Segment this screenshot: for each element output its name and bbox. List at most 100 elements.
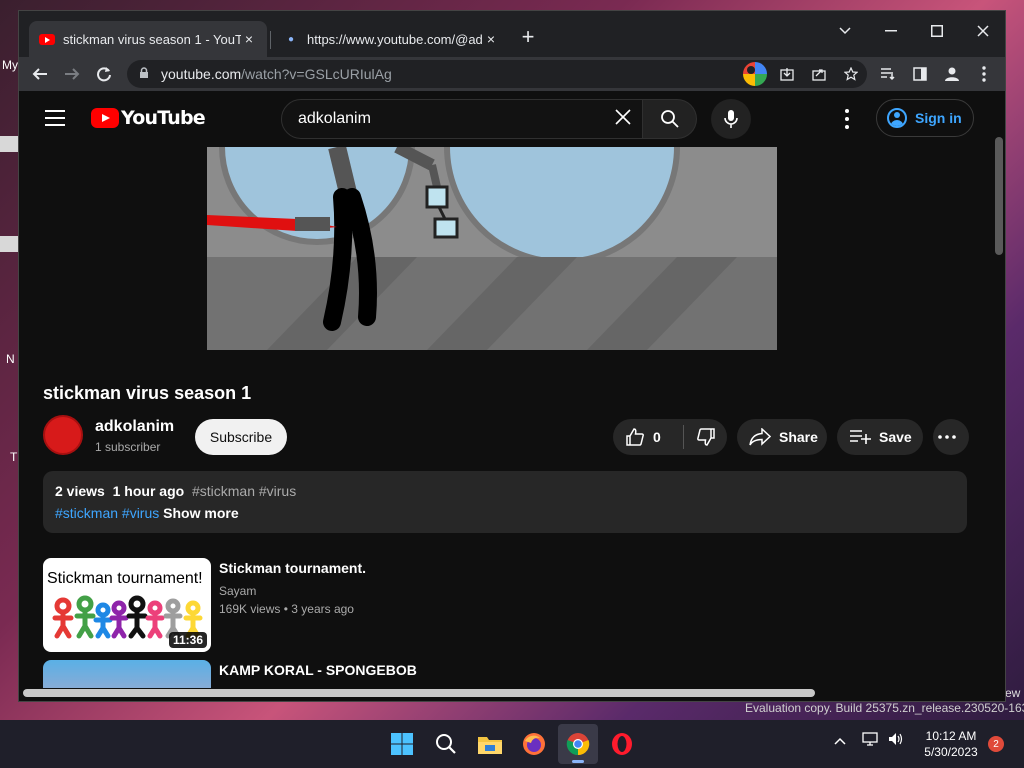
video-duration: 11:36 bbox=[168, 632, 207, 648]
youtube-logo[interactable]: YouTube bbox=[91, 107, 206, 129]
clear-search-icon[interactable] bbox=[614, 108, 632, 130]
close-window-icon[interactable] bbox=[963, 17, 1003, 45]
system-clock[interactable]: 10:12 AM 5/30/2023 bbox=[918, 728, 984, 760]
taskbar-search-button[interactable] bbox=[426, 724, 466, 764]
show-more-button[interactable]: Show more bbox=[163, 505, 238, 521]
folder-icon bbox=[478, 737, 502, 754]
tab-title: stickman virus season 1 - YouTube bbox=[63, 31, 241, 47]
address-bar[interactable]: youtube.com/watch?v=GSLcURIulAg bbox=[127, 60, 867, 88]
video-player[interactable] bbox=[207, 147, 777, 350]
share-button[interactable]: Share bbox=[737, 419, 827, 455]
desktop-label-fragment: ew bbox=[1005, 686, 1021, 700]
show-hidden-icons-icon[interactable] bbox=[834, 732, 846, 748]
recommended-video-title[interactable]: KAMP KORAL - SPONGEBOB bbox=[219, 662, 417, 678]
youtube-favicon-icon bbox=[39, 33, 55, 45]
tab-close-icon[interactable]: × bbox=[241, 31, 257, 47]
tab-title: https://www.youtube.com/@adkolanim bbox=[307, 31, 483, 47]
clock-time: 10:12 AM bbox=[925, 729, 977, 743]
minimize-icon[interactable] bbox=[871, 17, 911, 45]
microphone-icon bbox=[724, 110, 738, 128]
notification-badge[interactable]: 2 bbox=[988, 736, 1004, 752]
opera-button[interactable] bbox=[602, 724, 642, 764]
firefox-button[interactable] bbox=[514, 724, 554, 764]
search-button[interactable] bbox=[643, 99, 697, 139]
recommended-video-channel[interactable]: Sayam bbox=[219, 584, 256, 598]
chrome-menu-icon[interactable] bbox=[971, 61, 997, 87]
desktop-icon[interactable] bbox=[0, 236, 18, 252]
voice-search-button[interactable] bbox=[711, 99, 751, 139]
back-icon[interactable] bbox=[27, 61, 53, 87]
volume-icon[interactable] bbox=[888, 732, 904, 749]
tab-bar: stickman virus season 1 - YouTube × ● ht… bbox=[19, 11, 1005, 57]
vertical-scrollbar[interactable] bbox=[995, 137, 1003, 255]
google-lens-icon[interactable] bbox=[743, 62, 767, 86]
like-dislike-group: 0 bbox=[613, 419, 727, 455]
desktop-label-t: T bbox=[10, 450, 18, 464]
settings-more-icon[interactable] bbox=[837, 109, 857, 129]
firefox-icon bbox=[523, 733, 545, 755]
profile-icon[interactable] bbox=[939, 61, 965, 87]
thumbs-up-icon bbox=[626, 428, 644, 446]
forward-icon[interactable] bbox=[59, 61, 85, 87]
file-explorer-button[interactable] bbox=[470, 724, 510, 764]
url-path: /watch?v=GSLcURIulAg bbox=[241, 66, 392, 82]
youtube-logo-text: YouTube bbox=[121, 107, 206, 129]
evaluation-watermark: Evaluation copy. Build 25375.zn_release.… bbox=[745, 701, 1024, 715]
reload-icon[interactable] bbox=[91, 61, 117, 87]
youtube-logo-icon bbox=[91, 108, 119, 128]
share-page-icon[interactable] bbox=[807, 62, 831, 86]
channel-avatar[interactable] bbox=[43, 415, 83, 455]
desktop-icon[interactable] bbox=[0, 136, 18, 152]
description-box[interactable]: 2 views 1 hour ago #stickman #virus #sti… bbox=[43, 471, 967, 533]
menu-icon[interactable] bbox=[45, 110, 65, 126]
desktop-label-n: N bbox=[6, 352, 15, 366]
install-app-icon[interactable] bbox=[775, 62, 799, 86]
like-count: 0 bbox=[653, 429, 661, 445]
description-tags[interactable]: #stickman #virus bbox=[192, 483, 296, 499]
thumbs-down-icon bbox=[697, 428, 715, 446]
reading-list-icon[interactable] bbox=[875, 61, 901, 87]
start-button[interactable] bbox=[382, 724, 422, 764]
save-button[interactable]: Save bbox=[837, 419, 923, 455]
sign-in-label: Sign in bbox=[915, 110, 962, 126]
recommended-video-views: 169K views bbox=[219, 602, 281, 616]
description-hashtags[interactable]: #stickman #virus bbox=[55, 505, 159, 521]
save-label: Save bbox=[879, 429, 912, 445]
subscribe-button[interactable]: Subscribe bbox=[195, 419, 287, 455]
search-input[interactable]: adkolanim bbox=[281, 99, 643, 139]
share-icon bbox=[749, 428, 771, 446]
new-tab-button[interactable]: + bbox=[516, 26, 540, 48]
chrome-icon bbox=[566, 733, 590, 756]
more-actions-button[interactable] bbox=[933, 419, 969, 455]
chrome-button[interactable] bbox=[558, 724, 598, 764]
channel-name[interactable]: adkolanim bbox=[95, 418, 174, 436]
clock-date: 5/30/2023 bbox=[924, 745, 978, 759]
video-thumbnail[interactable] bbox=[43, 660, 211, 688]
recommended-video[interactable]: Stickman tournament! 11:36 Stickman tour… bbox=[43, 558, 963, 652]
like-button[interactable]: 0 bbox=[613, 427, 683, 447]
tab-youtube-channel[interactable]: ● https://www.youtube.com/@adkolanim × bbox=[273, 21, 509, 57]
recommended-video[interactable]: KAMP KORAL - SPONGEBOB bbox=[43, 660, 963, 688]
sign-in-button[interactable]: Sign in bbox=[876, 99, 974, 137]
video-title: stickman virus season 1 bbox=[43, 383, 252, 403]
search-icon bbox=[660, 110, 679, 128]
youtube-header: YouTube adkolanim Sign in bbox=[19, 91, 993, 147]
more-horizontal-icon bbox=[938, 435, 956, 439]
maximize-icon[interactable] bbox=[917, 17, 957, 45]
side-panel-icon[interactable] bbox=[907, 61, 933, 87]
video-thumbnail[interactable]: Stickman tournament! 11:36 bbox=[43, 558, 211, 652]
browser-window: stickman virus season 1 - YouTube × ● ht… bbox=[18, 10, 1006, 702]
tab-search-icon[interactable] bbox=[825, 17, 865, 45]
network-icon[interactable] bbox=[862, 732, 878, 749]
tab-close-icon[interactable]: × bbox=[483, 31, 499, 47]
tab-youtube-video[interactable]: stickman virus season 1 - YouTube × bbox=[29, 21, 267, 57]
bookmark-star-icon[interactable] bbox=[839, 62, 863, 86]
loading-icon: ● bbox=[287, 33, 295, 45]
lock-icon[interactable] bbox=[139, 66, 151, 82]
recommended-video-title[interactable]: Stickman tournament. bbox=[219, 560, 366, 576]
tab-separator bbox=[270, 31, 271, 49]
account-icon bbox=[887, 108, 907, 128]
desktop-label-my: My bbox=[2, 58, 18, 72]
dislike-button[interactable] bbox=[684, 427, 724, 447]
horizontal-scrollbar[interactable] bbox=[23, 689, 815, 697]
